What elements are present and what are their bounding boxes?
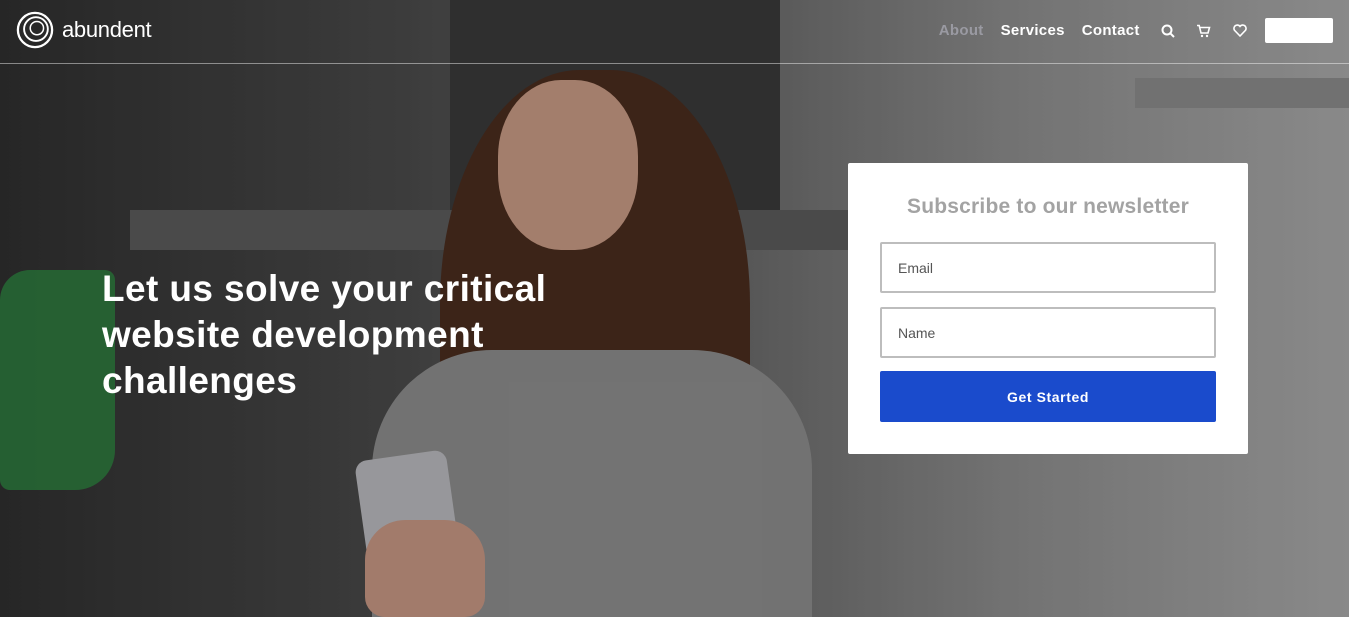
nav-link-contact[interactable]: Contact [1082, 22, 1140, 39]
hero-section: abundent About Services Contact Login Le… [0, 0, 1349, 617]
email-field[interactable] [880, 242, 1216, 293]
ring-logo-icon [16, 11, 54, 49]
name-field[interactable] [880, 307, 1216, 358]
top-navbar: abundent About Services Contact Login [0, 0, 1349, 64]
get-started-button[interactable]: Get Started [880, 371, 1216, 422]
login-button[interactable]: Login [1264, 18, 1333, 43]
newsletter-title: Subscribe to our newsletter [907, 195, 1189, 218]
brand-logo[interactable]: abundent [16, 11, 152, 49]
brand-name: abundent [62, 17, 152, 42]
nav-link-about[interactable]: About [939, 22, 984, 39]
nav-link-services[interactable]: Services [1001, 22, 1065, 39]
main-nav: About Services Contact Login [922, 18, 1333, 43]
hero-headline: Let us solve your critical website devel… [102, 267, 547, 401]
newsletter-card: Subscribe to our newsletter Get Started [848, 163, 1248, 454]
cart-icon[interactable] [1196, 23, 1212, 39]
heart-icon[interactable] [1232, 23, 1248, 39]
search-icon[interactable] [1160, 23, 1176, 39]
